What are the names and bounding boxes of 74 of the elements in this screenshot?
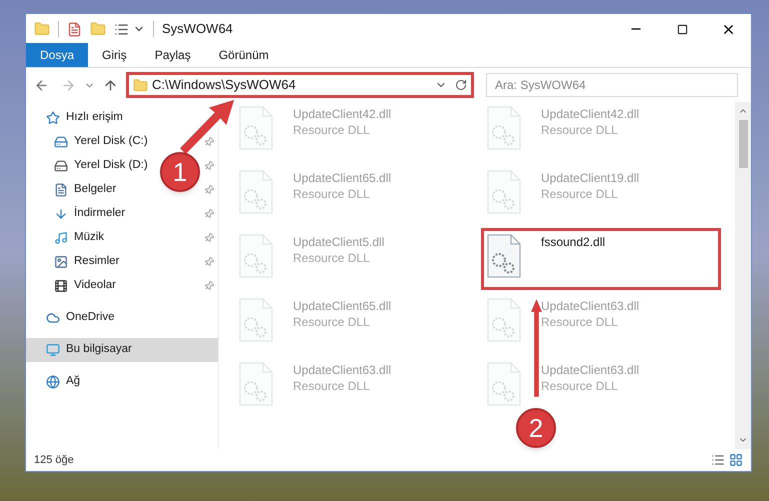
- scrollbar-thumb[interactable]: [738, 120, 748, 168]
- nav-item[interactable]: Videolar: [74, 277, 116, 295]
- dll-file-icon: [239, 234, 273, 278]
- file-type: Resource DLL: [541, 122, 619, 138]
- maximize-icon: [676, 24, 688, 34]
- nav-item[interactable]: Hızlı erişim: [66, 109, 123, 127]
- document-icon: [54, 183, 68, 197]
- ribbon-tab[interactable]: Dosya: [26, 43, 88, 67]
- dll-file-icon: [239, 106, 273, 150]
- item-count: 125 öğe: [34, 452, 75, 468]
- file-name: UpdateClient65.dll: [293, 170, 392, 186]
- search-field[interactable]: Ara: SysWOW64: [486, 73, 738, 97]
- drive-icon: [54, 159, 68, 173]
- globe-icon: [46, 375, 60, 389]
- dll-file-icon: [487, 298, 521, 342]
- file-type: Resource DLL: [541, 186, 619, 202]
- nav-item[interactable]: Müzik: [74, 229, 104, 247]
- file-name: fssound2.dll: [541, 234, 606, 250]
- address-bar[interactable]: C:\Windows\SysWOW64: [126, 72, 474, 98]
- nav-item[interactable]: Yerel Disk (C:): [74, 133, 148, 151]
- refresh-icon[interactable]: [455, 79, 467, 91]
- pointer-arrow: [180, 97, 236, 155]
- file-name: UpdateClient63.dll: [293, 362, 392, 378]
- folder-icon: [133, 78, 148, 92]
- cloud-icon: [46, 311, 60, 325]
- file-type: Resource DLL: [293, 378, 371, 394]
- monitor-icon: [46, 343, 60, 357]
- file-name: UpdateClient42.dll: [293, 106, 392, 122]
- file-name: UpdateClient5.dll: [293, 234, 384, 250]
- window-title: SysWOW64: [162, 20, 234, 38]
- ribbon-tab[interactable]: Giriş: [88, 43, 141, 67]
- ribbon-tab[interactable]: Görünüm: [204, 43, 283, 67]
- film-icon: [54, 279, 68, 293]
- nav-item[interactable]: OneDrive: [66, 309, 115, 327]
- star-icon: [46, 111, 60, 125]
- nav-item[interactable]: Belgeler: [74, 181, 116, 199]
- dll-file-icon: [487, 106, 521, 150]
- dll-file-icon: [487, 234, 521, 278]
- file-type: Resource DLL: [293, 314, 371, 330]
- view-icon[interactable]: [114, 22, 129, 36]
- down-arrow-icon: [54, 207, 68, 221]
- file-tile[interactable]: fssound2.dll: [487, 234, 715, 284]
- file-type: Resource DLL: [293, 122, 371, 138]
- nav-item[interactable]: Resimler: [74, 253, 120, 271]
- music-note-icon: [54, 231, 68, 245]
- file-name: UpdateClient19.dll: [541, 170, 640, 186]
- dll-file-icon: [487, 362, 521, 406]
- dll-file-icon: [239, 170, 273, 214]
- up-icon[interactable]: [103, 78, 118, 92]
- file-name: UpdateClient42.dll: [541, 106, 640, 122]
- large-icons-view-icon[interactable]: [729, 453, 743, 467]
- properties-icon[interactable]: [67, 22, 82, 36]
- file-type: Resource DLL: [293, 186, 371, 202]
- file-type: Resource DLL: [293, 250, 371, 266]
- scrollbar[interactable]: [735, 102, 751, 449]
- ribbon-tab[interactable]: Paylaş: [140, 43, 205, 67]
- picture-icon: [54, 255, 68, 269]
- dll-file-icon: [487, 170, 521, 214]
- file-name: UpdateClient63.dll: [541, 362, 640, 378]
- dll-file-icon: [239, 298, 273, 342]
- address-path: C:\Windows\SysWOW64: [152, 76, 297, 94]
- nav-item[interactable]: İndirmeler: [74, 205, 126, 223]
- back-icon[interactable]: [34, 78, 49, 92]
- folder-icon: [34, 21, 50, 37]
- nav-item[interactable]: Yerel Disk (D:): [74, 157, 148, 175]
- file-type: Resource DLL: [541, 378, 619, 394]
- file-name: UpdateClient63.dll: [541, 298, 640, 314]
- details-view-icon[interactable]: [711, 453, 725, 467]
- nav-item[interactable]: Bu bilgisayar: [26, 338, 218, 362]
- file-type: Resource DLL: [541, 314, 619, 330]
- nav-item[interactable]: Ağ: [66, 373, 80, 391]
- dll-file-icon: [239, 362, 273, 406]
- file-name: UpdateClient65.dll: [293, 298, 392, 314]
- drive-icon: [54, 135, 68, 149]
